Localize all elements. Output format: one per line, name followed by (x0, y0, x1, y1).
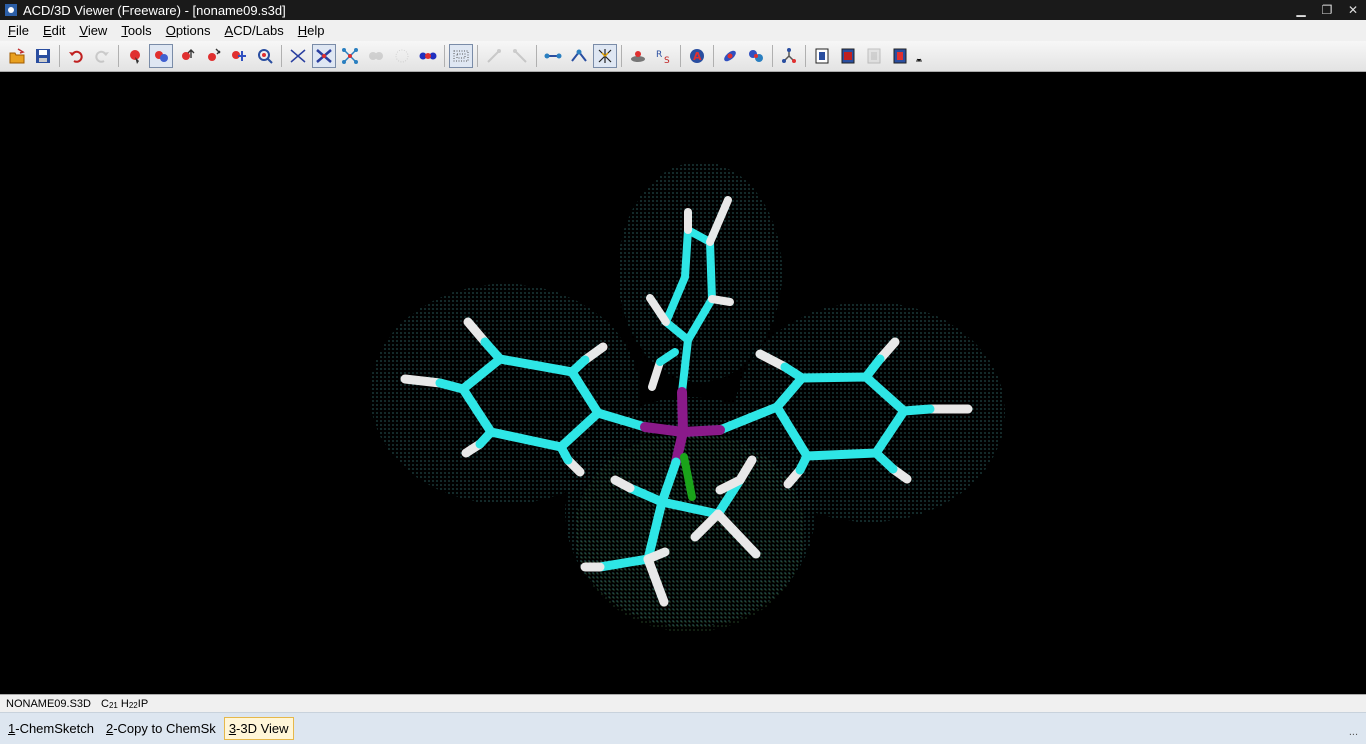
window-title: ACD/3D Viewer (Freeware) - [noname09.s3d… (23, 2, 286, 18)
toolbar-separator (118, 45, 119, 67)
menu-file[interactable]: File (2, 23, 35, 38)
menu-bar: File Edit View Tools Options ACD/Labs He… (0, 20, 1366, 41)
toolbar-separator (713, 45, 714, 67)
menu-view[interactable]: View (73, 23, 113, 38)
toolbar-separator (281, 45, 282, 67)
orbital-icon[interactable] (718, 44, 742, 68)
optimize-icon[interactable] (626, 44, 650, 68)
torsion-icon[interactable] (593, 44, 617, 68)
minimize-button[interactable]: ▁ (1288, 0, 1314, 20)
redo-icon[interactable] (90, 44, 114, 68)
toolbar-separator (772, 45, 773, 67)
molecule-canvas[interactable] (0, 72, 1366, 694)
title-bar: ACD/3D Viewer (Freeware) - [noname09.s3d… (0, 0, 1366, 20)
bottom-tab-bar: 1-ChemSketch 2-Copy to ChemSk 3-3D View … (0, 712, 1366, 744)
spacefill-icon[interactable] (364, 44, 388, 68)
toolbar-separator (680, 45, 681, 67)
frame4-icon[interactable] (888, 44, 912, 68)
svg-text:A: A (693, 50, 702, 63)
toolbar-separator (536, 45, 537, 67)
status-bar: NONAME09.S3D C21 H22IP (0, 694, 1366, 712)
atom-label-icon[interactable] (227, 44, 251, 68)
3d-viewport[interactable] (0, 72, 1366, 694)
atom-a-icon[interactable]: A (685, 44, 709, 68)
rotate-icon[interactable] (149, 44, 173, 68)
surface-dots-icon[interactable] (449, 44, 473, 68)
menu-tools[interactable]: Tools (115, 23, 157, 38)
toolbar-separator (621, 45, 622, 67)
rs-label-icon[interactable]: RS (652, 44, 676, 68)
dots-icon[interactable] (390, 44, 414, 68)
svg-text:R: R (656, 50, 662, 60)
dropdown-icon[interactable] (914, 44, 924, 68)
molecule-icon[interactable] (744, 44, 768, 68)
zoom-icon[interactable] (201, 44, 225, 68)
save-icon[interactable] (31, 44, 55, 68)
menu-acdlabs[interactable]: ACD/Labs (219, 23, 290, 38)
tab-3d-view[interactable]: 3-3D View (223, 717, 294, 740)
toolbar-separator (444, 45, 445, 67)
ball-stick-icon[interactable] (338, 44, 362, 68)
find-icon[interactable] (253, 44, 277, 68)
status-filename: NONAME09.S3D (6, 697, 91, 710)
toolbar-separator (805, 45, 806, 67)
svg-text:S: S (664, 56, 670, 65)
bond-angle-icon[interactable] (567, 44, 591, 68)
sticks-icon[interactable] (312, 44, 336, 68)
open-icon[interactable] (5, 44, 29, 68)
toolbar-separator (477, 45, 478, 67)
undo-icon[interactable] (64, 44, 88, 68)
cpk-icon[interactable] (416, 44, 440, 68)
wireframe-icon[interactable] (286, 44, 310, 68)
close-button[interactable]: ✕ (1340, 0, 1366, 20)
menu-edit[interactable]: Edit (37, 23, 71, 38)
toolbar: RS A (0, 41, 1366, 72)
tab-chemsketch[interactable]: 1-ChemSketch (4, 718, 98, 739)
move-icon[interactable] (175, 44, 199, 68)
frame2-icon[interactable] (836, 44, 860, 68)
bond-length-icon[interactable] (541, 44, 565, 68)
restore-button[interactable]: ❐ (1314, 0, 1340, 20)
toolbar-separator (59, 45, 60, 67)
select-atom-icon[interactable] (123, 44, 147, 68)
frame1-icon[interactable] (810, 44, 834, 68)
measure-distance-icon[interactable] (482, 44, 506, 68)
app-icon (5, 4, 17, 16)
tab-copy-to-chemsketch[interactable]: 2-Copy to ChemSk (102, 718, 220, 739)
tabbar-ellipsis: ... (1348, 726, 1358, 738)
menu-help[interactable]: Help (292, 23, 331, 38)
tree-icon[interactable] (777, 44, 801, 68)
measure-angle-icon[interactable] (508, 44, 532, 68)
menu-options[interactable]: Options (160, 23, 217, 38)
frame3-icon[interactable] (862, 44, 886, 68)
status-formula: C21 H22IP (100, 697, 149, 710)
